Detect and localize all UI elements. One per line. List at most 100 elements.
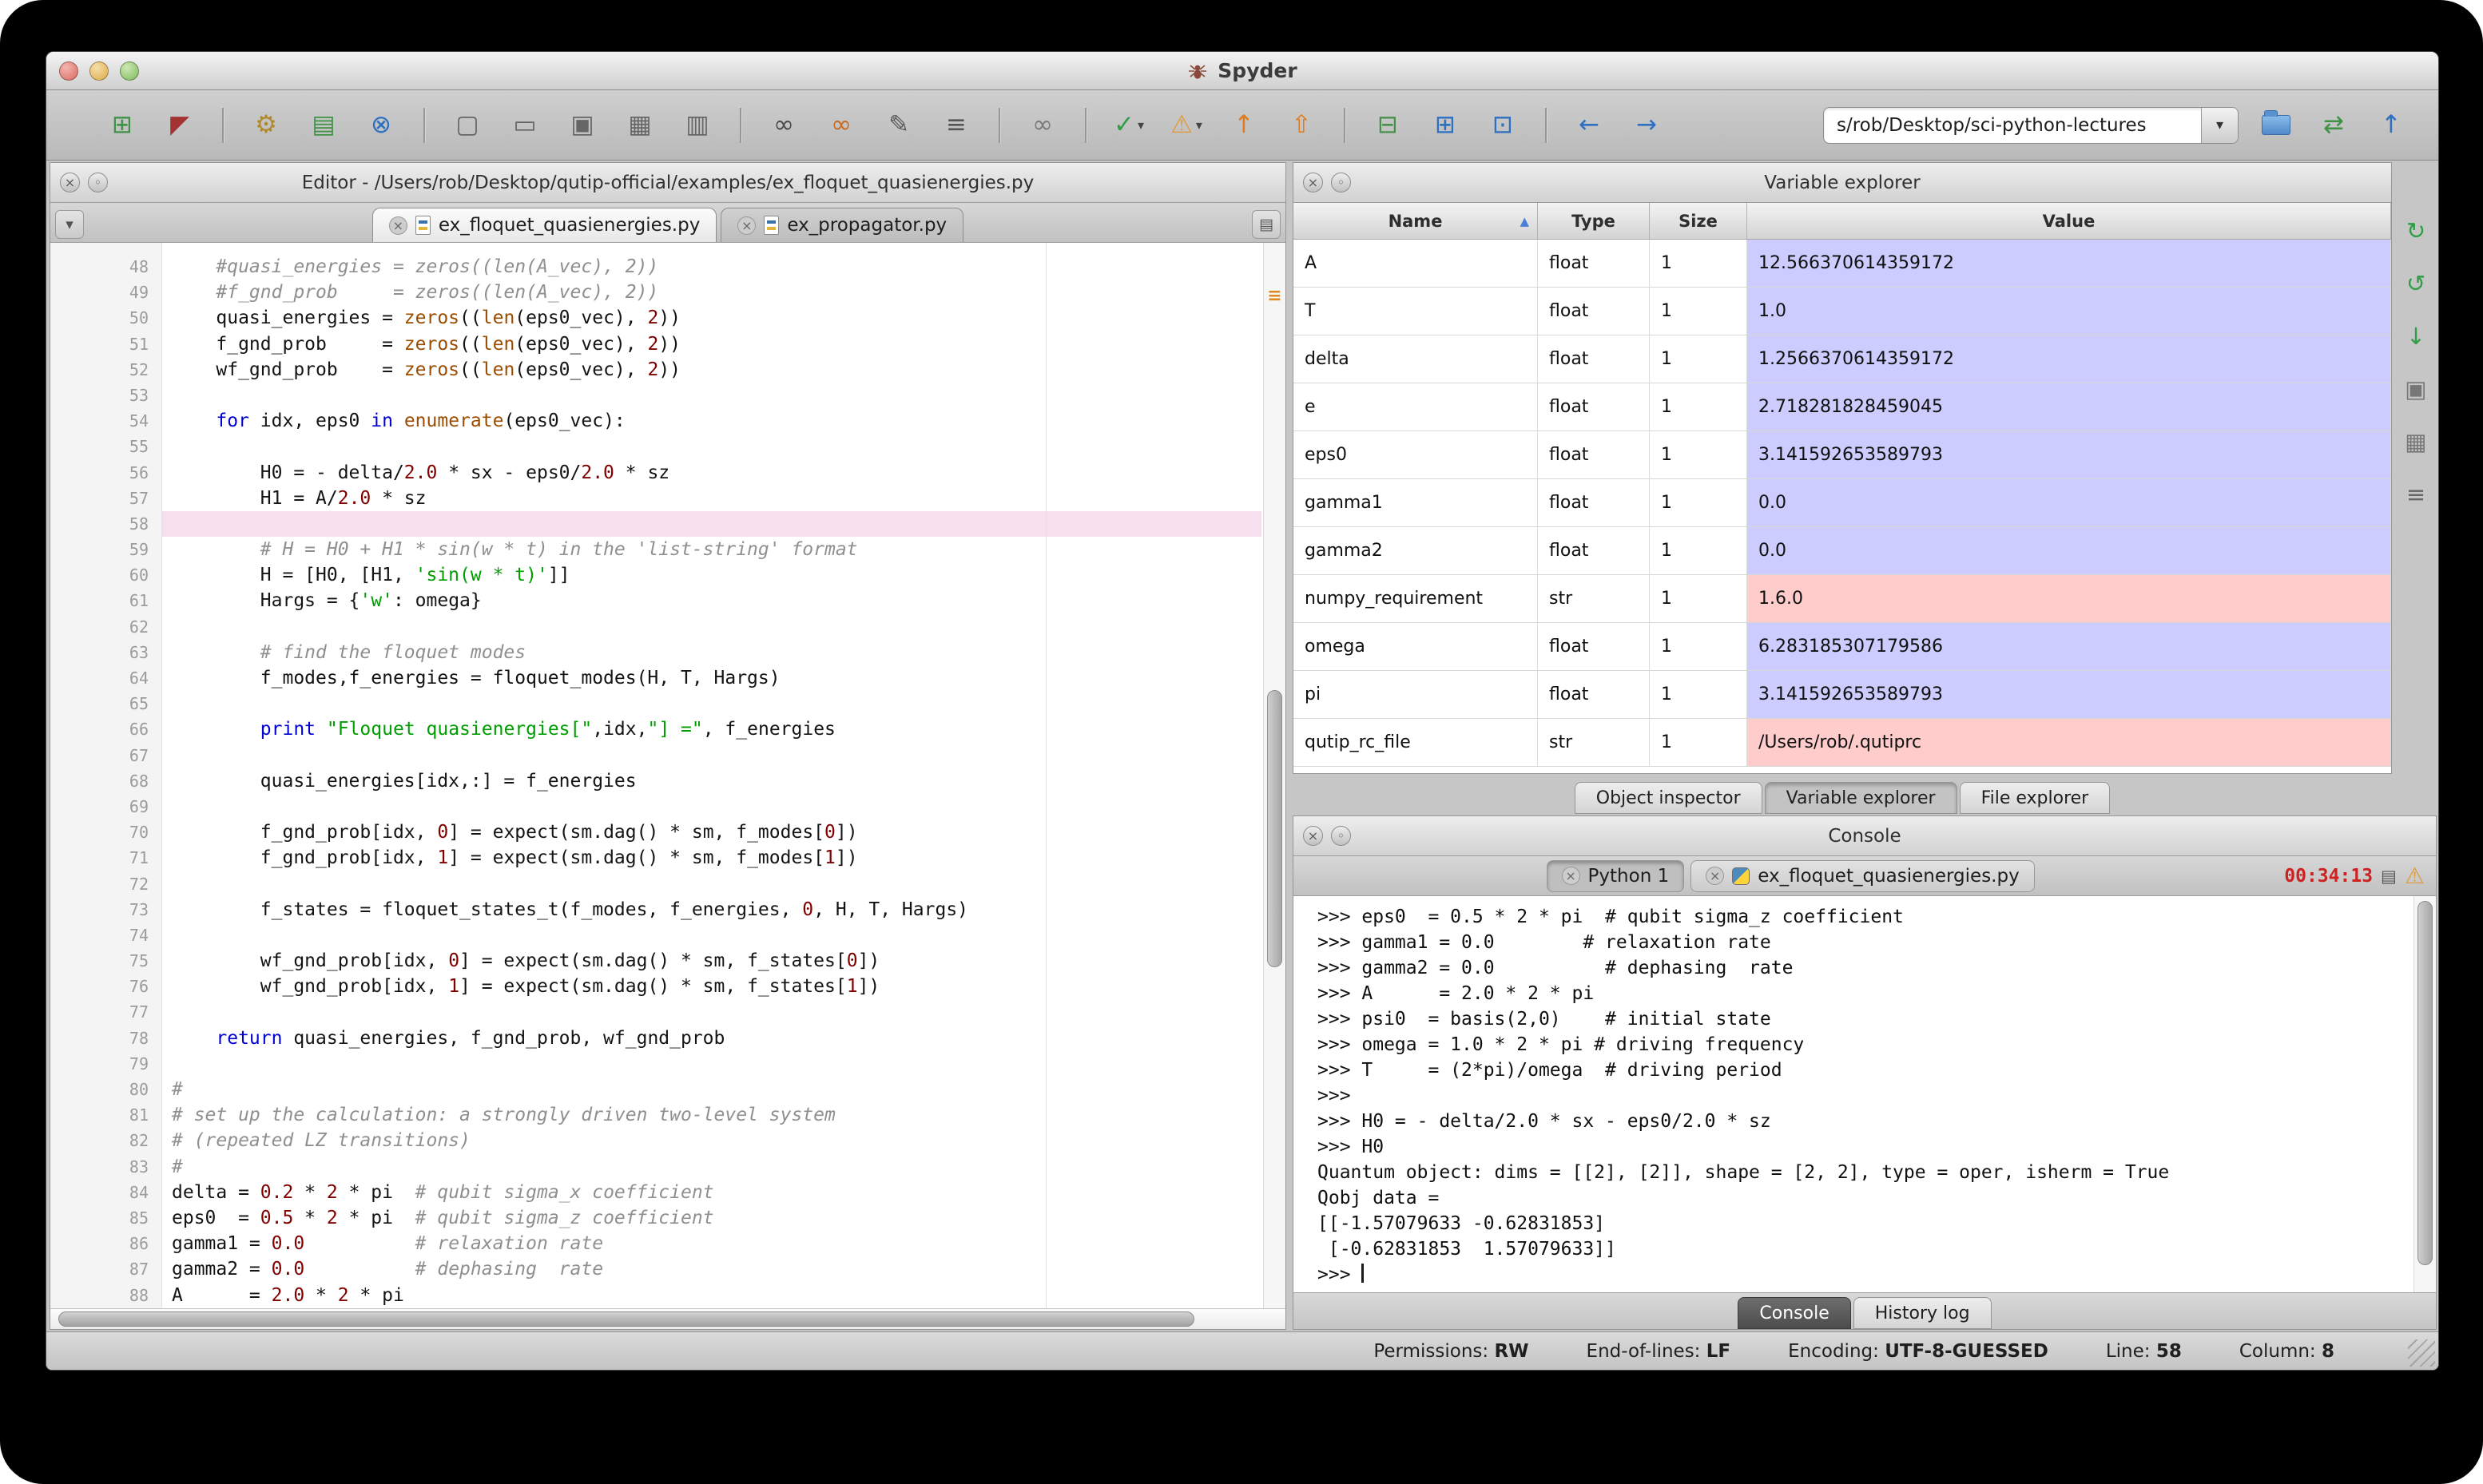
zoom-window-button[interactable] <box>120 62 139 81</box>
editor-tab-ex-floquet-quasienergies-py[interactable]: ×ex_floquet_quasienergies.py <box>372 208 717 242</box>
code-line[interactable]: return quasi_energies, f_gnd_prob, wf_gn… <box>172 1026 1261 1051</box>
combo-dropdown-icon[interactable]: ▾ <box>2201 108 2238 143</box>
code-line[interactable]: H1 = A/2.0 * sz <box>172 486 1261 511</box>
code-line[interactable] <box>172 1051 1261 1077</box>
code-line[interactable]: # find the floquet modes <box>172 640 1261 665</box>
browse-tabs-icon[interactable]: ▤ <box>2381 867 2397 886</box>
save-data-button[interactable]: ▣ <box>2398 371 2433 407</box>
code-line[interactable] <box>172 999 1261 1025</box>
tab-close-icon[interactable]: × <box>1706 867 1724 885</box>
find-next-button[interactable]: ∞ <box>1023 104 1063 147</box>
replace-button[interactable]: ✎ <box>879 104 919 147</box>
split-vertical-button[interactable]: ⊞ <box>1425 104 1465 147</box>
variable-row-e[interactable]: efloat12.718281828459045 <box>1293 383 2391 431</box>
variable-row-delta[interactable]: deltafloat11.2566370614359172 <box>1293 335 2391 383</box>
code-line[interactable]: quasi_energies = zeros((len(eps0_vec), 2… <box>172 305 1261 331</box>
refresh-periodic-button[interactable]: ↺ <box>2398 266 2433 301</box>
code-line[interactable]: H = [H0, [H1, 'sin(w * t)']] <box>172 562 1261 588</box>
close-pane-icon[interactable]: × <box>1303 173 1323 192</box>
editor-horizontal-scrollbar[interactable] <box>50 1308 1285 1329</box>
code-line[interactable]: gamma1 = 0.0 # relaxation rate <box>172 1231 1261 1256</box>
working-directory-combo[interactable]: s/rob/Desktop/sci-python-lectures▾ <box>1823 107 2239 144</box>
code-line[interactable]: H0 = - delta/2.0 * sx - eps0/2.0 * sz <box>172 460 1261 486</box>
variable-row-gamma1[interactable]: gamma1float10.0 <box>1293 479 2391 527</box>
code-line[interactable]: wf_gnd_prob[idx, 1] = expect(sm.dag() * … <box>172 974 1261 999</box>
parent-directory-button[interactable]: ↑ <box>2371 104 2411 147</box>
code-line[interactable]: quasi_energies[idx,:] = f_energies <box>172 768 1261 794</box>
browse-tabs-icon[interactable]: ▤ <box>1252 210 1281 239</box>
editor-code[interactable]: #quasi_energies = zeros((len(A_vec), 2))… <box>162 243 1285 1308</box>
console-output[interactable]: >>> eps0 = 0.5 * 2 * pi # qubit sigma_z … <box>1293 896 2413 1292</box>
detach-pane-button[interactable]: ⊡ <box>1483 104 1523 147</box>
code-line[interactable]: eps0 = 0.5 * 2 * pi # qubit sigma_z coef… <box>172 1205 1261 1231</box>
maximize-pane-button[interactable]: ◤ <box>160 104 200 147</box>
tab-close-icon[interactable]: × <box>389 216 407 235</box>
variable-row-numpy-requirement[interactable]: numpy_requirementstr11.6.0 <box>1293 575 2391 623</box>
preferences-button[interactable]: ⚙ <box>246 104 286 147</box>
editor-vertical-scrollbar[interactable]: ≡ <box>1263 243 1285 1308</box>
undock-pane-icon[interactable]: ◦ <box>1331 173 1351 192</box>
code-line[interactable]: Hargs = {'w': omega} <box>172 588 1261 613</box>
code-line[interactable]: # H = H0 + H1 * sin(w * t) in the 'list-… <box>172 537 1261 562</box>
tab-close-icon[interactable]: × <box>1562 867 1580 885</box>
set-console-directory-button[interactable]: ⇄ <box>2314 104 2354 147</box>
navigate-back-button[interactable]: ← <box>1569 104 1609 147</box>
close-pane-icon[interactable]: × <box>1303 826 1323 846</box>
code-line[interactable]: wf_gnd_prob = zeros((len(eps0_vec), 2)) <box>172 357 1261 383</box>
code-line[interactable] <box>172 743 1261 768</box>
minimize-window-button[interactable] <box>89 62 109 81</box>
code-line[interactable] <box>172 614 1261 640</box>
code-line[interactable]: #f_gnd_prob = zeros((len(A_vec), 2)) <box>172 280 1261 305</box>
refresh-variables-button[interactable]: ↻ <box>2398 213 2433 248</box>
undock-pane-icon[interactable]: ◦ <box>1331 826 1351 846</box>
code-line[interactable]: f_gnd_prob[idx, 0] = expect(sm.dag() * s… <box>172 819 1261 845</box>
variable-row-qutip-rc-file[interactable]: qutip_rc_filestr1/Users/rob/.qutiprc <box>1293 719 2391 767</box>
code-line[interactable]: #quasi_energies = zeros((len(A_vec), 2)) <box>172 254 1261 280</box>
open-file-button[interactable]: ▭ <box>505 104 545 147</box>
tab-history-log[interactable]: History log <box>1853 1297 1992 1329</box>
tab-object-inspector[interactable]: Object inspector <box>1575 782 1762 814</box>
tab-file-explorer[interactable]: File explorer <box>1960 782 2111 814</box>
goto-line-button[interactable]: ≡ <box>936 104 976 147</box>
code-line[interactable] <box>172 383 1261 408</box>
code-line[interactable] <box>162 511 1261 537</box>
variable-row-eps0[interactable]: eps0float13.141592653589793 <box>1293 431 2391 479</box>
options-button[interactable]: ≡ <box>2398 477 2433 512</box>
code-line[interactable] <box>172 691 1261 716</box>
tab-variable-explorer[interactable]: Variable explorer <box>1765 782 1957 814</box>
code-line[interactable] <box>172 871 1261 897</box>
save-button[interactable]: ▣ <box>562 104 602 147</box>
code-line[interactable]: # set up the calculation: a strongly dri… <box>172 1102 1261 1128</box>
variable-row-omega[interactable]: omegafloat16.283185307179586 <box>1293 623 2391 671</box>
column-header-type[interactable]: Type <box>1538 203 1650 239</box>
code-line[interactable]: delta = 0.2 * 2 * pi # qubit sigma_x coe… <box>172 1180 1261 1205</box>
code-line[interactable]: f_modes,f_energies = floquet_modes(H, T,… <box>172 665 1261 691</box>
resize-grip[interactable] <box>2408 1339 2435 1367</box>
browse-directory-button[interactable] <box>2256 104 2296 147</box>
titlebar[interactable]: Spyder <box>46 52 2438 90</box>
console-vertical-scrollbar[interactable] <box>2413 896 2436 1292</box>
code-line[interactable]: f_states = floquet_states_t(f_modes, f_e… <box>172 897 1261 923</box>
code-line[interactable] <box>172 434 1261 459</box>
code-line[interactable]: gamma2 = 0.0 # dephasing rate <box>172 1256 1261 1282</box>
warning-marker-icon[interactable]: ≡ <box>1265 288 1284 305</box>
editor-hscroll-thumb[interactable] <box>58 1311 1194 1327</box>
todo-list-button[interactable]: ⚠▾ <box>1166 104 1206 147</box>
variable-row-a[interactable]: Afloat112.566370614359172 <box>1293 240 2391 288</box>
console-tab-python-1[interactable]: ×Python 1 <box>1547 860 1685 892</box>
split-horizontal-button[interactable]: ⊟ <box>1368 104 1408 147</box>
code-line[interactable] <box>172 794 1261 819</box>
code-line[interactable]: # <box>172 1077 1261 1102</box>
quit-button[interactable]: ⊗ <box>361 104 401 147</box>
save-data-as-button[interactable]: ▦ <box>2398 424 2433 459</box>
code-line[interactable]: print "Floquet quasienergies[",idx,"] ="… <box>172 716 1261 742</box>
column-header-size[interactable]: Size <box>1650 203 1747 239</box>
next-warning-button[interactable]: ⇧ <box>1281 104 1321 147</box>
variable-row-gamma2[interactable]: gamma2float10.0 <box>1293 527 2391 575</box>
browse-tabs-left-icon[interactable]: ▾ <box>55 210 84 239</box>
column-header-name[interactable]: Name▲ <box>1293 203 1538 239</box>
close-pane-icon[interactable]: × <box>60 173 80 192</box>
code-line[interactable]: f_gnd_prob[idx, 1] = expect(sm.dag() * s… <box>172 845 1261 871</box>
layout-restore-button[interactable]: ⊞ <box>102 104 142 147</box>
console-tab-ex-floquet-quasienergies-py[interactable]: ×ex_floquet_quasienergies.py <box>1690 860 2034 892</box>
